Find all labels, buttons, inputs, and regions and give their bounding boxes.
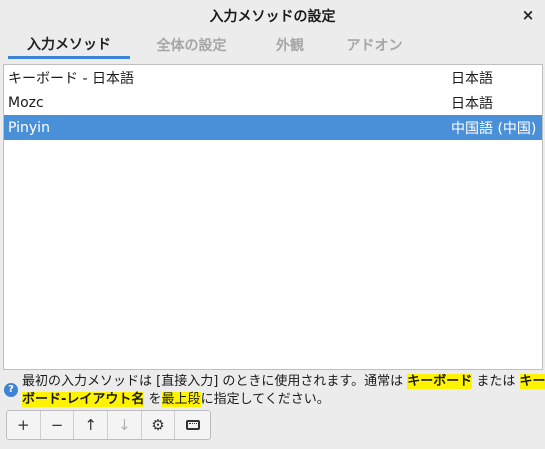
list-item-selected[interactable]: Pinyin 中国語 (中国) [4,115,542,140]
list-item[interactable]: Mozc 日本語 [4,90,542,115]
add-button[interactable]: + [7,411,41,439]
list-item[interactable]: キーボード - 日本語 日本語 [4,65,542,90]
keyboard-icon [185,420,200,430]
list-toolbar: + − ↑ ↓ ⚙ [6,410,211,440]
hint-text-part: を [144,392,162,407]
hint-text-part: または [472,374,520,389]
tab-global-settings[interactable]: 全体の設定 [130,31,253,59]
keyboard-layout-button[interactable] [175,411,210,439]
close-icon[interactable]: × [519,6,537,24]
method-name: キーボード - 日本語 [8,70,134,87]
input-method-list[interactable]: キーボード - 日本語 日本語 Mozc 日本語 Pinyin 中国語 (中国) [3,64,543,370]
method-name: Mozc [8,94,44,111]
tab-appearance[interactable]: 外観 [253,31,327,59]
title-bar: 入力メソッドの設定 × [0,0,545,31]
method-name: Pinyin [8,119,50,136]
configure-button[interactable]: ⚙ [142,411,176,439]
tab-bar: 入力メソッド 全体の設定 外観 アドオン [8,31,538,59]
tab-input-methods[interactable]: 入力メソッド [8,31,130,59]
move-down-button[interactable]: ↓ [108,411,142,439]
method-language: 日本語 [451,70,493,87]
window-title: 入力メソッドの設定 [209,8,336,25]
method-language: 日本語 [451,95,493,112]
method-language: 中国語 (中国) [451,120,537,137]
hint-text-part: 最初の入力メソッドは [直接入力] のときに使用されます。通常は [22,374,408,389]
hint-text-part: に指定してください。 [200,392,330,407]
hint-highlight-keyboard: キーボード [407,374,473,389]
hint-highlight-top: 最上段 [161,392,201,407]
help-icon: ? [4,383,18,397]
tab-addons[interactable]: アドオン [327,31,422,59]
hint-message: ? 最初の入力メソッドは [直接入力] のときに使用されます。通常は キーボード… [4,373,545,409]
hint-text: 最初の入力メソッドは [直接入力] のときに使用されます。通常は キーボード ま… [22,373,545,409]
move-up-button[interactable]: ↑ [74,411,109,439]
remove-button[interactable]: − [41,411,75,439]
